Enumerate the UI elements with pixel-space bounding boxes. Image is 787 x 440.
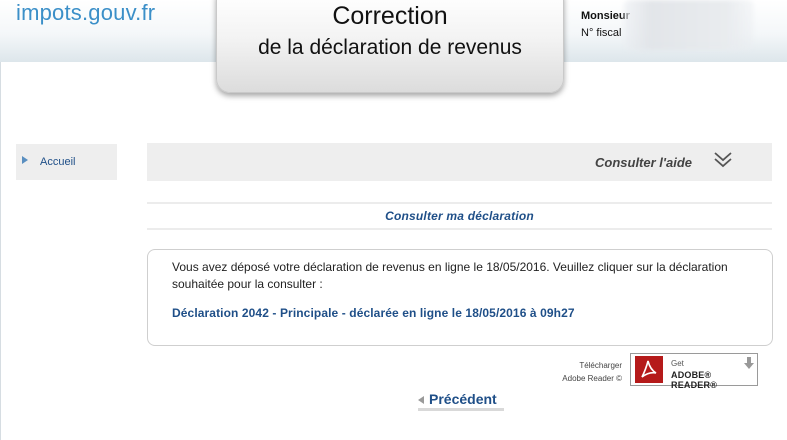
section-title: Consulter ma déclaration (385, 209, 534, 223)
declaration-panel: Vous avez déposé votre déclaration de re… (147, 249, 773, 346)
instruction-text: Vous avez déposé votre déclaration de re… (172, 260, 728, 291)
adobe-get-text: Get (671, 359, 684, 368)
user-info: Monsieur N° fiscal (581, 8, 630, 42)
page-title-box: Correction de la déclaration de revenus (216, 0, 564, 93)
adobe-reader-text: ADOBE® READER® (671, 370, 718, 390)
previous-label: Précédent (429, 391, 497, 407)
divider (147, 202, 772, 204)
site-logo[interactable]: impots.gouv.fr (16, 0, 155, 26)
sidebar-item-label: Accueil (40, 156, 76, 168)
adobe-reader-button[interactable]: Get ADOBE® READER® (630, 353, 758, 390)
arrow-left-icon (418, 396, 424, 404)
page-subtitle: de la déclaration de revenus (258, 36, 522, 59)
adobe-caption-line: Adobe Reader © (562, 374, 622, 383)
divider (147, 228, 772, 230)
arrow-right-icon (22, 156, 28, 164)
download-arrow-icon (744, 357, 754, 369)
adobe-caption: Télécharger Adobe Reader © (540, 359, 622, 385)
left-border (0, 62, 1, 440)
user-name: Monsieur (581, 10, 630, 22)
redacted-user-info (624, 0, 754, 50)
sidebar-item-accueil[interactable]: Accueil (16, 144, 117, 180)
adobe-pdf-icon (635, 356, 663, 383)
page-title: Correction (332, 2, 448, 30)
user-fiscal-number: N° fiscal (581, 27, 622, 39)
declaration-link[interactable]: Déclaration 2042 - Principale - déclarée… (172, 306, 575, 320)
adobe-caption-line: Télécharger (579, 361, 622, 370)
help-link[interactable]: Consulter l'aide (595, 155, 692, 170)
help-bar: Consulter l'aide (147, 143, 772, 181)
double-chevron-down-icon[interactable] (713, 151, 733, 169)
previous-underline (418, 408, 504, 411)
